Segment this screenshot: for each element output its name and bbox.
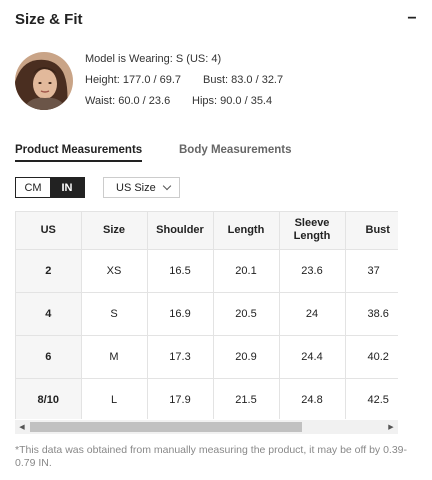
model-waist-text: Waist: 60.0 / 23.6 [85, 95, 171, 107]
cell-size: XS [81, 249, 148, 293]
cell-us: 8/10 [16, 378, 82, 419]
header-shoulder: Shoulder [147, 212, 214, 250]
tab-product-measurements-label: Product Measurements [15, 144, 143, 156]
size-system-value: US Size [116, 181, 156, 194]
cell-sleeve-length: 24.4 [279, 335, 346, 379]
cell-bust: 42.5 [345, 378, 398, 419]
chevron-down-icon [162, 181, 172, 191]
header-sleeve-length: Sleeve Length [279, 212, 346, 250]
model-bust-text: Bust: 83.0 / 32.7 [203, 74, 284, 86]
table-row: 4 S 16.9 20.5 24 38.6 [16, 292, 398, 336]
cell-sleeve-length: 23.6 [279, 249, 346, 293]
header-length: Length [213, 212, 280, 250]
unit-cm-button[interactable]: CM [16, 178, 50, 197]
unit-toggle: CM IN [15, 177, 85, 198]
size-system-select[interactable]: US Size [103, 177, 180, 198]
model-info: Model is Wearing: S (US: 4) Height: 177.… [15, 52, 415, 112]
cell-us: 6 [16, 335, 82, 379]
table-row: 8/10 L 17.9 21.5 24.8 42.5 [16, 378, 398, 419]
cell-size: M [81, 335, 148, 379]
cell-bust: 38.6 [345, 292, 398, 336]
cell-bust: 40.2 [345, 335, 398, 379]
cell-length: 20.1 [213, 249, 280, 293]
model-hips-text: Hips: 90.0 / 35.4 [192, 95, 273, 107]
table-header-row: US Size Shoulder Length Sleeve Length Bu… [16, 212, 398, 250]
cell-us: 2 [16, 249, 82, 293]
cell-shoulder: 17.3 [147, 335, 214, 379]
model-height-text: Height: 177.0 / 69.7 [85, 74, 182, 86]
section-title: Size & Fit [15, 10, 83, 28]
measurement-footnote: *This data was obtained from manually me… [15, 444, 408, 469]
cell-size: L [81, 378, 148, 419]
table-row: 2 XS 16.5 20.1 23.6 37 [16, 249, 398, 293]
collapse-icon[interactable]: − [404, 11, 420, 27]
cell-sleeve-length: 24.8 [279, 378, 346, 419]
cell-sleeve-length: 24 [279, 292, 346, 336]
unit-in-button[interactable]: IN [50, 178, 84, 197]
tab-product-measurements[interactable]: Product Measurements [15, 144, 143, 162]
cell-length: 20.9 [213, 335, 280, 379]
model-photo-icon [15, 52, 73, 110]
horizontal-scrollbar[interactable]: ◀ ▶ [15, 420, 398, 434]
scrollbar-thumb[interactable] [30, 422, 302, 432]
tab-body-measurements[interactable]: Body Measurements [179, 144, 291, 156]
active-tab-underline [15, 160, 143, 162]
scroll-right-icon[interactable]: ▶ [384, 420, 398, 434]
model-wearing-text: Model is Wearing: S (US: 4) [85, 53, 222, 65]
cell-length: 20.5 [213, 292, 280, 336]
cell-shoulder: 16.5 [147, 249, 214, 293]
measurement-table: US Size Shoulder Length Sleeve Length Bu… [16, 212, 398, 419]
header-us: US [16, 212, 82, 250]
cell-us: 4 [16, 292, 82, 336]
tab-body-measurements-label: Body Measurements [179, 144, 292, 156]
cell-bust: 37 [345, 249, 398, 293]
scroll-left-icon[interactable]: ◀ [15, 420, 29, 434]
table-row: 6 M 17.3 20.9 24.4 40.2 [16, 335, 398, 379]
cell-shoulder: 17.9 [147, 378, 214, 419]
cell-length: 21.5 [213, 378, 280, 419]
cell-size: S [81, 292, 148, 336]
model-avatar [15, 52, 73, 110]
size-fit-header: Size & Fit − [15, 8, 420, 30]
header-bust: Bust [345, 212, 398, 250]
cell-shoulder: 16.9 [147, 292, 214, 336]
measurement-table-container[interactable]: US Size Shoulder Length Sleeve Length Bu… [15, 211, 398, 419]
header-size: Size [81, 212, 148, 250]
